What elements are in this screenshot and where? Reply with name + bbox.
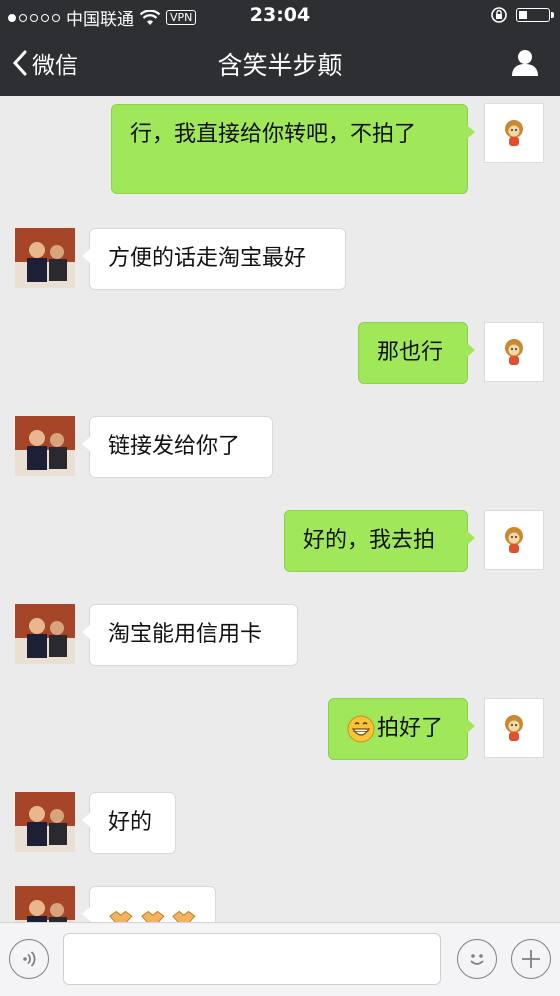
outgoing-message-bubble[interactable]: 行，我直接给你转吧，不拍了 (111, 104, 475, 194)
incoming-message-bubble[interactable] (82, 886, 216, 922)
plus-icon (522, 950, 540, 968)
message-text: 行，我直接给你转吧，不拍了 (130, 122, 417, 147)
incoming-message-bubble[interactable]: 链接发给你了 (82, 416, 273, 478)
outgoing-message-bubble[interactable]: 好的，我去拍 (284, 510, 475, 572)
chevron-left-icon (12, 50, 27, 76)
my-avatar[interactable] (484, 103, 544, 163)
input-bar (0, 922, 560, 996)
contact-avatar[interactable] (15, 604, 75, 664)
status-time: 23:04 (249, 4, 311, 26)
my-avatar[interactable] (484, 698, 544, 758)
contact-photo-icon (15, 228, 75, 288)
emoji-button[interactable] (457, 939, 497, 979)
message-text: 方便的话走淘宝最好 (108, 246, 307, 271)
grin-emoji-icon (347, 715, 375, 743)
my-avatar[interactable] (484, 510, 544, 570)
back-button[interactable]: 微信 (12, 46, 78, 80)
contact-photo-icon (15, 604, 75, 664)
contact-avatar[interactable] (15, 416, 75, 476)
contact-avatar[interactable] (15, 228, 75, 288)
chat-area[interactable]: 行，我直接给你转吧，不拍了 方便的话走淘宝最好 那也行 链接发给你了 好的，我去… (0, 96, 560, 922)
contact-photo-icon (15, 792, 75, 852)
back-label: 微信 (32, 53, 78, 79)
status-bar: 中国联通 VPN 23:04 (0, 0, 560, 32)
handshake-emoji-icon (109, 910, 133, 922)
incoming-message-bubble[interactable]: 方便的话走淘宝最好 (82, 228, 346, 290)
chat-title: 含笑半步颠 (217, 51, 343, 80)
nav-bar: 微信 含笑半步颠 (0, 32, 560, 96)
message-text: 拍好了 (377, 716, 444, 741)
voice-icon (23, 951, 36, 967)
monkey-avatar-icon (505, 120, 523, 146)
contact-avatar[interactable] (15, 792, 75, 852)
smiley-face-icon (470, 954, 484, 965)
incoming-message-bubble[interactable]: 淘宝能用信用卡 (82, 604, 298, 666)
outgoing-message-bubble[interactable]: 那也行 (358, 322, 475, 384)
more-options-button[interactable] (511, 939, 551, 979)
monkey-avatar-icon (505, 527, 523, 553)
contact-photo-icon (15, 886, 75, 922)
incoming-message-bubble[interactable]: 好的 (82, 792, 176, 854)
handshake-emoji-icon (172, 910, 196, 922)
orientation-lock-icon (491, 7, 507, 23)
voice-input-button[interactable] (9, 939, 49, 979)
message-text: 淘宝能用信用卡 (108, 622, 263, 647)
contact-photo-icon (15, 416, 75, 476)
message-input[interactable] (63, 933, 441, 985)
battery-icon (516, 8, 554, 22)
outgoing-message-bubble[interactable]: 拍好了 (328, 698, 475, 760)
status-right (490, 6, 554, 24)
message-text: 那也行 (377, 340, 444, 365)
user-profile-icon[interactable] (510, 47, 540, 77)
contact-avatar[interactable] (15, 886, 75, 922)
message-text: 好的，我去拍 (303, 528, 436, 553)
monkey-avatar-icon (505, 339, 523, 365)
handshake-emoji-icon (140, 910, 165, 922)
my-avatar[interactable] (484, 322, 544, 382)
message-text: 好的 (108, 810, 153, 835)
monkey-avatar-icon (505, 715, 523, 741)
message-text: 链接发给你了 (108, 434, 241, 459)
